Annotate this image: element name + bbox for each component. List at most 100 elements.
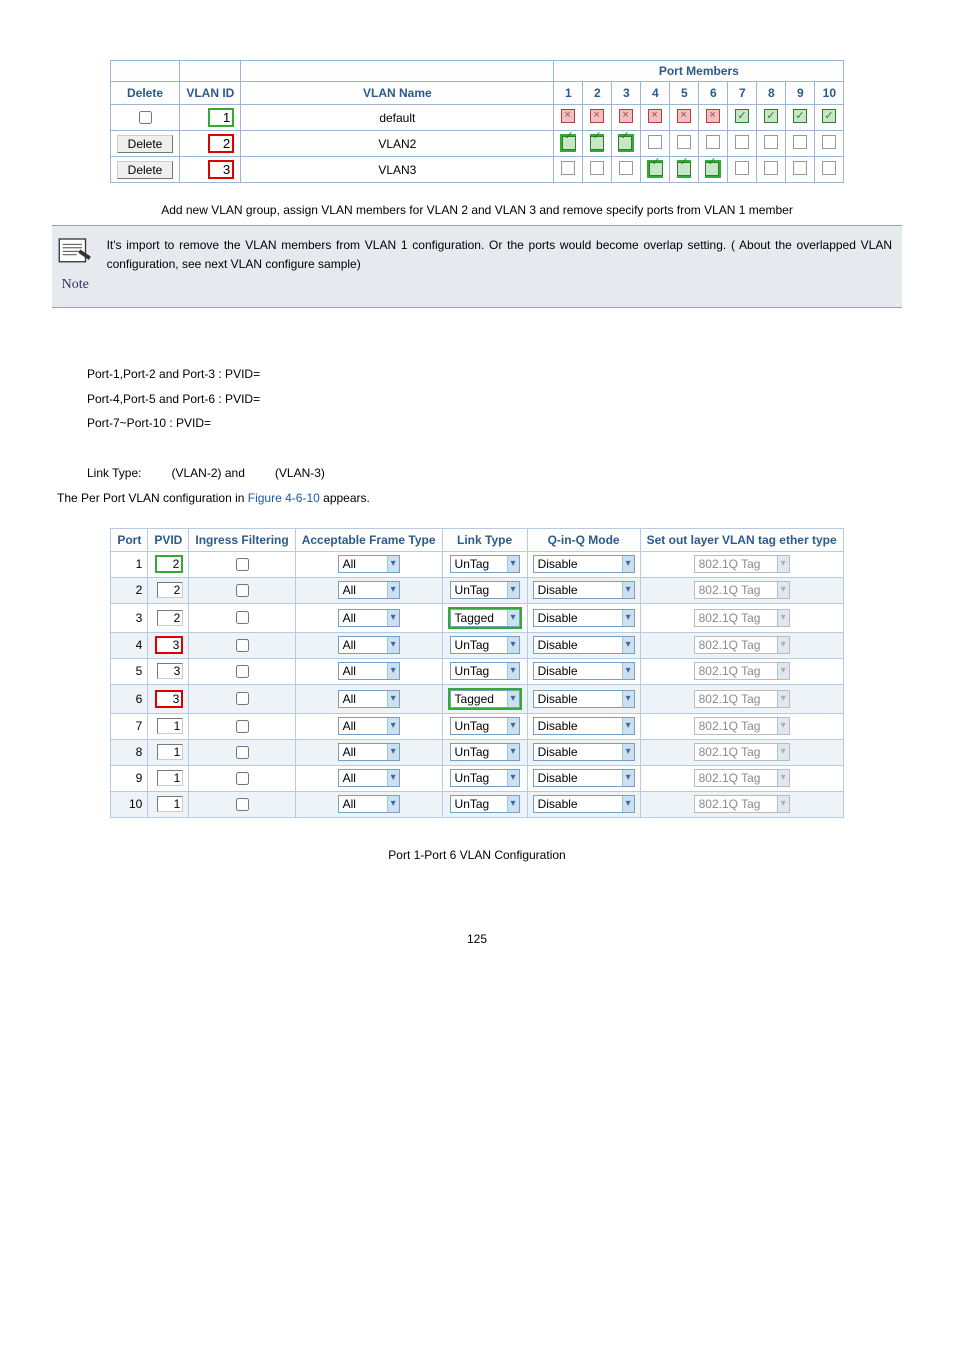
- port-member-cell[interactable]: [612, 131, 641, 157]
- pvid-input[interactable]: [157, 582, 183, 598]
- empty-checkbox[interactable]: [561, 161, 575, 175]
- empty-checkbox[interactable]: [735, 135, 749, 149]
- empty-checkbox[interactable]: [677, 135, 691, 149]
- port-member-cell[interactable]: [583, 105, 612, 131]
- ingress-checkbox[interactable]: [236, 584, 249, 597]
- select-control[interactable]: All▾: [338, 743, 400, 761]
- port-member-cell[interactable]: [583, 131, 612, 157]
- port-member-cell[interactable]: [670, 157, 699, 183]
- select-control[interactable]: UnTag▾: [450, 717, 520, 735]
- port-member-cell[interactable]: [699, 105, 728, 131]
- port-member-cell[interactable]: [699, 157, 728, 183]
- select-control[interactable]: Disable▾: [533, 690, 635, 708]
- select-control[interactable]: UnTag▾: [450, 769, 520, 787]
- pvid-input[interactable]: [157, 770, 183, 786]
- port-member-cell[interactable]: [757, 157, 786, 183]
- check-icon[interactable]: [562, 136, 576, 150]
- select-control[interactable]: All▾: [338, 717, 400, 735]
- x-icon[interactable]: [590, 109, 604, 123]
- pvid-input[interactable]: [155, 555, 183, 573]
- check-icon[interactable]: [793, 109, 807, 123]
- select-control[interactable]: All▾: [338, 609, 400, 627]
- vlan-id-input[interactable]: [208, 160, 234, 179]
- port-member-cell[interactable]: [583, 157, 612, 183]
- x-icon[interactable]: [677, 109, 691, 123]
- x-icon[interactable]: [648, 109, 662, 123]
- port-member-cell[interactable]: [728, 131, 757, 157]
- empty-checkbox[interactable]: [735, 161, 749, 175]
- ingress-checkbox[interactable]: [236, 746, 249, 759]
- check-icon[interactable]: [735, 109, 749, 123]
- select-control[interactable]: All▾: [338, 555, 400, 573]
- port-member-cell[interactable]: [612, 157, 641, 183]
- pvid-input[interactable]: [157, 796, 183, 812]
- port-member-cell[interactable]: [554, 131, 583, 157]
- select-control[interactable]: All▾: [338, 795, 400, 813]
- delete-button[interactable]: Delete: [117, 161, 174, 179]
- select-control[interactable]: Disable▾: [533, 769, 635, 787]
- port-member-cell[interactable]: [786, 157, 815, 183]
- port-member-cell[interactable]: [815, 131, 844, 157]
- x-icon[interactable]: [706, 109, 720, 123]
- check-icon[interactable]: [677, 162, 691, 176]
- select-control[interactable]: Disable▾: [533, 662, 635, 680]
- select-control[interactable]: Disable▾: [533, 555, 635, 573]
- empty-checkbox[interactable]: [590, 161, 604, 175]
- empty-checkbox[interactable]: [764, 161, 778, 175]
- empty-checkbox[interactable]: [764, 135, 778, 149]
- select-control[interactable]: UnTag▾: [450, 555, 520, 573]
- port-member-cell[interactable]: [815, 157, 844, 183]
- select-control[interactable]: Disable▾: [533, 581, 635, 599]
- port-member-cell[interactable]: [815, 105, 844, 131]
- select-control[interactable]: Tagged▾: [450, 609, 520, 627]
- check-icon[interactable]: [705, 162, 719, 176]
- empty-checkbox[interactable]: [822, 135, 836, 149]
- pvid-input[interactable]: [155, 690, 183, 708]
- select-control[interactable]: Disable▾: [533, 609, 635, 627]
- port-member-cell[interactable]: [641, 157, 670, 183]
- port-member-cell[interactable]: [757, 131, 786, 157]
- select-control[interactable]: UnTag▾: [450, 581, 520, 599]
- check-icon[interactable]: [822, 109, 836, 123]
- select-control[interactable]: Disable▾: [533, 743, 635, 761]
- empty-checkbox[interactable]: [822, 161, 836, 175]
- select-control[interactable]: Disable▾: [533, 717, 635, 735]
- port-member-cell[interactable]: [670, 105, 699, 131]
- select-control[interactable]: UnTag▾: [450, 662, 520, 680]
- check-icon[interactable]: [764, 109, 778, 123]
- delete-button[interactable]: Delete: [117, 135, 174, 153]
- empty-checkbox[interactable]: [706, 135, 720, 149]
- port-member-cell[interactable]: [670, 131, 699, 157]
- ingress-checkbox[interactable]: [236, 639, 249, 652]
- empty-checkbox[interactable]: [793, 135, 807, 149]
- port-member-cell[interactable]: [641, 105, 670, 131]
- select-control[interactable]: All▾: [338, 581, 400, 599]
- ingress-checkbox[interactable]: [236, 558, 249, 571]
- port-member-cell[interactable]: [554, 157, 583, 183]
- vlan-id-input[interactable]: [208, 134, 234, 153]
- select-control[interactable]: Disable▾: [533, 795, 635, 813]
- pvid-input[interactable]: [157, 610, 183, 626]
- empty-checkbox[interactable]: [619, 161, 633, 175]
- pvid-input[interactable]: [157, 663, 183, 679]
- pvid-input[interactable]: [155, 636, 183, 654]
- ingress-checkbox[interactable]: [236, 772, 249, 785]
- check-icon[interactable]: [590, 136, 604, 150]
- ingress-checkbox[interactable]: [236, 720, 249, 733]
- select-control[interactable]: Tagged▾: [450, 690, 520, 708]
- select-control[interactable]: All▾: [338, 636, 400, 654]
- port-member-cell[interactable]: [554, 105, 583, 131]
- vlan-id-input[interactable]: [208, 108, 234, 127]
- x-icon[interactable]: [561, 109, 575, 123]
- select-control[interactable]: All▾: [338, 690, 400, 708]
- port-member-cell[interactable]: [757, 105, 786, 131]
- figure-link[interactable]: Figure 4-6-10: [248, 491, 320, 505]
- pvid-input[interactable]: [157, 744, 183, 760]
- port-member-cell[interactable]: [641, 131, 670, 157]
- ingress-checkbox[interactable]: [236, 692, 249, 705]
- select-control[interactable]: UnTag▾: [450, 743, 520, 761]
- select-control[interactable]: All▾: [338, 662, 400, 680]
- empty-checkbox[interactable]: [648, 135, 662, 149]
- ingress-checkbox[interactable]: [236, 798, 249, 811]
- port-member-cell[interactable]: [699, 131, 728, 157]
